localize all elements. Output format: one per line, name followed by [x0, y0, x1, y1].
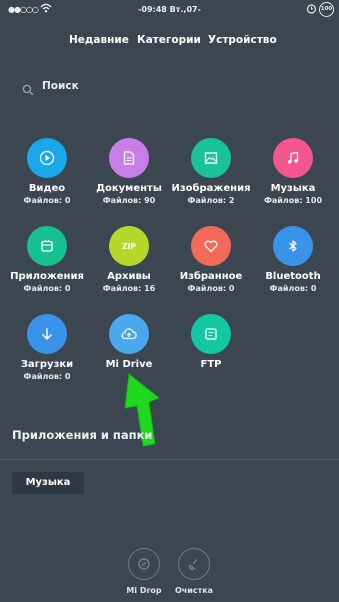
- tab-bar: Недавние Категории Устройство: [0, 34, 339, 50]
- folder-chip-music[interactable]: Музыка: [12, 472, 84, 494]
- category-count: Файлов: 0: [269, 284, 317, 293]
- category-name: Загрузки: [20, 359, 74, 370]
- mi-drop-icon: [128, 548, 160, 580]
- cleaner-icon: [178, 548, 210, 580]
- category-count: Файлов: 100: [263, 196, 323, 205]
- category-count: Файлов: 90: [102, 196, 156, 205]
- status-bar: ●●○○○ -09:48 Вт.,07- 100: [0, 0, 339, 20]
- heart-icon: [191, 226, 231, 266]
- category-name: Музыка: [270, 183, 316, 194]
- cleaner-button[interactable]: Очистка: [164, 548, 224, 595]
- cloud-icon: [109, 314, 149, 354]
- category-mi-drive[interactable]: Mi Drive: [88, 314, 170, 372]
- cleaner-label: Очистка: [174, 586, 214, 595]
- category-downloads[interactable]: Загрузки Файлов: 0: [6, 314, 88, 381]
- category-name: Архивы: [107, 271, 151, 282]
- app-icon: [27, 226, 67, 266]
- category-name: Приложения: [10, 271, 84, 282]
- alarm-icon: [306, 3, 317, 17]
- category-ftp[interactable]: FTP: [170, 314, 252, 372]
- category-count: Файлов: 16: [102, 284, 156, 293]
- section-divider: [0, 459, 339, 460]
- category-documents[interactable]: Документы Файлов: 90: [88, 138, 170, 205]
- battery-indicator: 100: [319, 2, 334, 17]
- category-apps[interactable]: Приложения Файлов: 0: [6, 226, 88, 293]
- category-count: Файлов: 0: [187, 284, 235, 293]
- play-icon: [27, 138, 67, 178]
- image-icon: [191, 138, 231, 178]
- tab-categories[interactable]: Категории: [137, 34, 201, 46]
- category-favorites[interactable]: Избранное Файлов: 0: [170, 226, 252, 293]
- category-count: Файлов: 0: [23, 372, 71, 381]
- category-name: Документы: [96, 183, 162, 194]
- apps-and-folders-title: Приложения и папки: [12, 428, 153, 442]
- category-name: Видео: [28, 183, 66, 194]
- category-name: Bluetooth: [265, 271, 321, 282]
- category-video[interactable]: Видео Файлов: 0: [6, 138, 88, 205]
- search-icon: [22, 81, 34, 96]
- music-icon: [273, 138, 313, 178]
- category-music[interactable]: Музыка Файлов: 100: [252, 138, 334, 205]
- status-time: -09:48 Вт.,07-: [138, 5, 201, 14]
- category-bluetooth[interactable]: Bluetooth Файлов: 0: [252, 226, 334, 293]
- category-name: Избранное: [179, 271, 243, 282]
- category-archives[interactable]: ZIP Архивы Файлов: 16: [88, 226, 170, 293]
- category-name: Mi Drive: [105, 359, 153, 370]
- category-count: Файлов: 0: [23, 284, 71, 293]
- zip-icon: ZIP: [109, 226, 149, 266]
- category-images[interactable]: Изображения Файлов: 2: [170, 138, 252, 205]
- download-icon: [27, 314, 67, 354]
- ftp-icon: [191, 314, 231, 354]
- category-count: Файлов: 2: [187, 196, 235, 205]
- search-label: Поиск: [42, 80, 79, 92]
- tab-recent[interactable]: Недавние: [69, 34, 129, 46]
- category-count: Файлов: 0: [23, 196, 71, 205]
- bluetooth-icon: [273, 226, 313, 266]
- category-name: FTP: [200, 359, 222, 370]
- document-icon: [109, 138, 149, 178]
- svg-text:ZIP: ZIP: [122, 242, 136, 251]
- category-name: Изображения: [171, 183, 251, 194]
- tab-device[interactable]: Устройство: [208, 34, 277, 46]
